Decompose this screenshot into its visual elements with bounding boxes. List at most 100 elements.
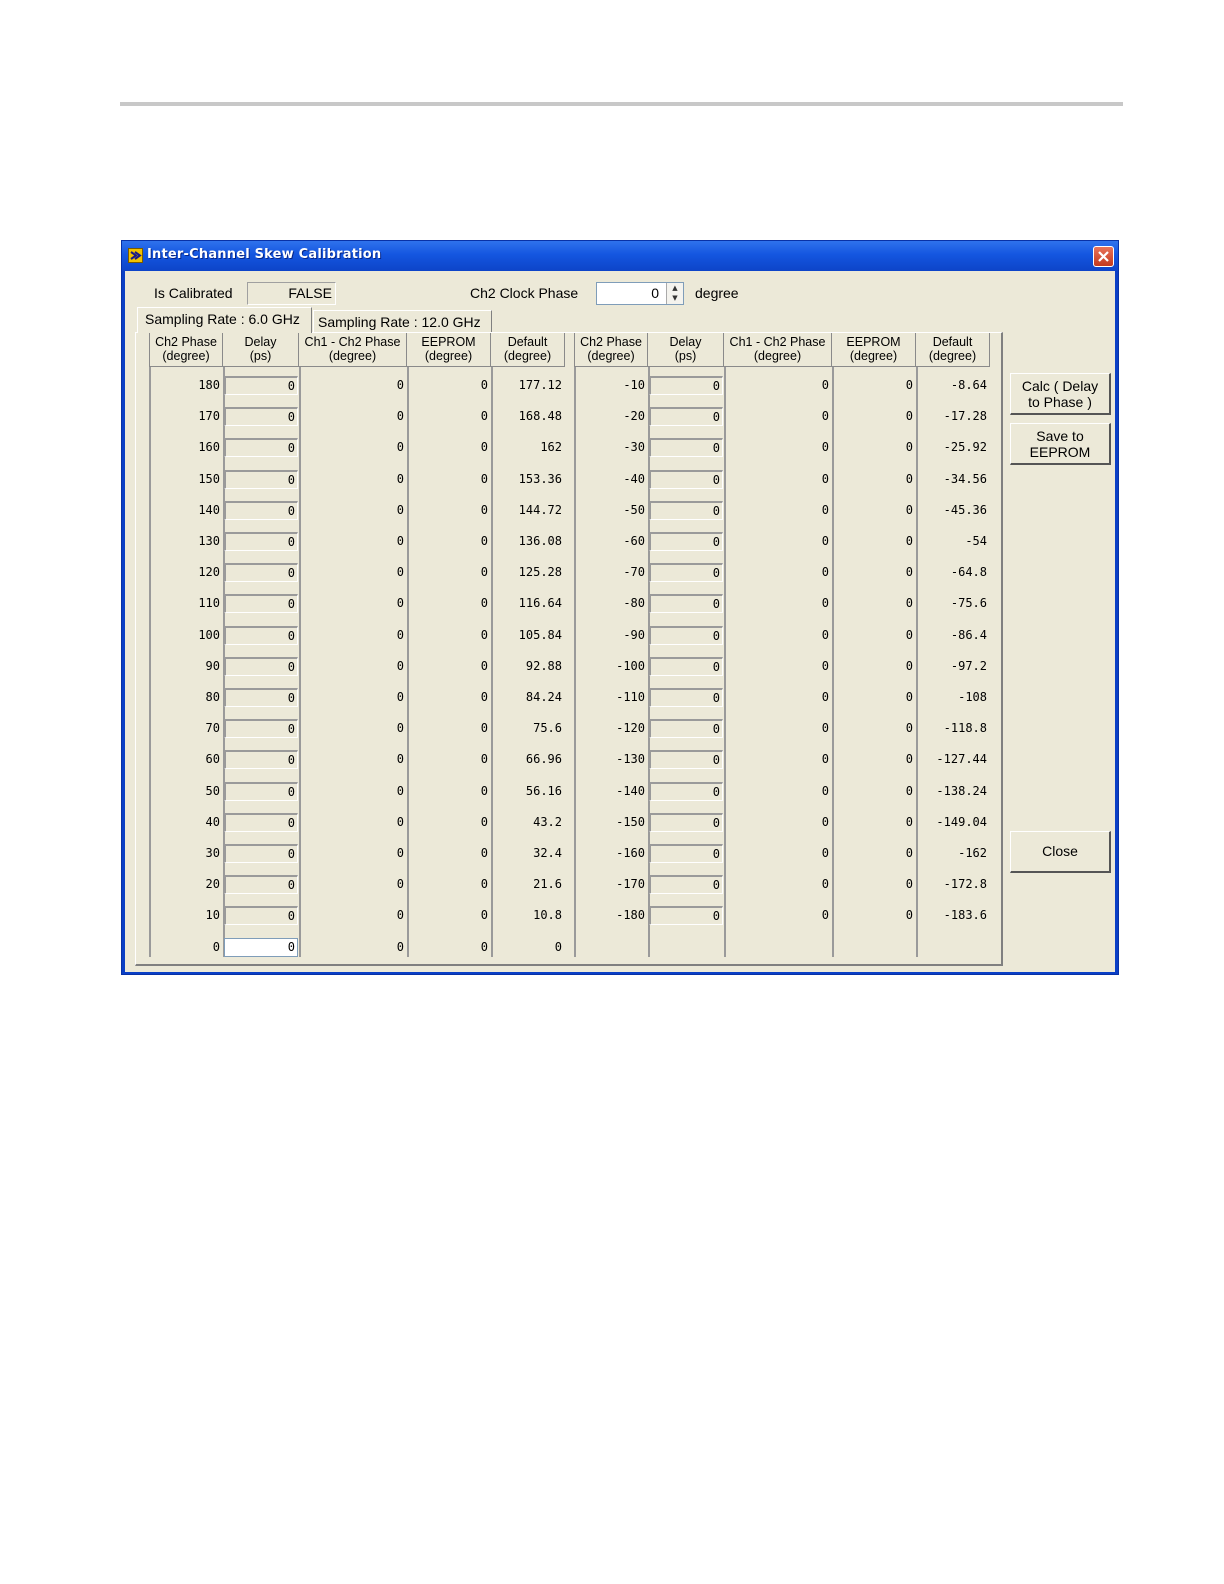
delay-input[interactable]: 0 [649, 656, 723, 676]
close-button[interactable]: Close [1010, 831, 1111, 873]
ch1-ch2-phase-cell: 0 [821, 596, 829, 611]
dialog-body: Is Calibrated FALSE Ch2 Clock Phase 0 ▲ … [125, 271, 1115, 972]
column-header: Ch2 Phase (degree) [149, 333, 223, 367]
delay-input[interactable]: 0 [649, 563, 723, 583]
eeprom-cell: 0 [905, 908, 913, 923]
eeprom-cell: 0 [480, 627, 488, 642]
delay-input[interactable]: 0 [224, 719, 298, 739]
eeprom-cell: 0 [480, 471, 488, 486]
ch1-ch2-phase-cell: 0 [396, 627, 404, 642]
delay-input[interactable]: 0 [649, 532, 723, 551]
spin-up-icon[interactable]: ▲ [667, 283, 683, 293]
delay-input[interactable]: 0 [224, 407, 298, 427]
delay-input[interactable]: 0 [224, 469, 298, 489]
tab-6ghz[interactable]: Sampling Rate : 6.0 GHz [137, 307, 312, 333]
ch2-phase-cell: -30 [623, 440, 645, 455]
eeprom-cell: 0 [905, 378, 913, 392]
ch2-phase-cell: 170 [198, 409, 220, 424]
ch1-ch2-phase-cell: 0 [821, 565, 829, 580]
delay-input[interactable]: 0 [649, 750, 723, 770]
calc-delay-to-phase-button[interactable]: Calc ( Delay to Phase ) [1010, 373, 1111, 415]
delay-input[interactable]: 0 [649, 844, 723, 863]
default-cell: -162 [958, 846, 987, 860]
default-cell: -97.2 [950, 658, 987, 673]
default-cell: 116.64 [518, 596, 562, 611]
delay-input[interactable]: 0 [224, 656, 298, 676]
eeprom-cell: 0 [905, 814, 913, 829]
default-cell: -34.56 [943, 471, 987, 486]
delay-input[interactable]: 0 [649, 407, 723, 427]
eeprom-cell: 0 [480, 658, 488, 673]
delay-input[interactable]: 0 [224, 563, 298, 583]
ch2-phase-cell: -100 [616, 658, 645, 673]
close-window-icon[interactable] [1093, 246, 1114, 267]
ch1-ch2-phase-cell: 0 [396, 814, 404, 829]
is-calibrated-label: Is Calibrated [154, 285, 233, 301]
default-cell: -64.8 [950, 565, 987, 580]
page-top-rule [120, 102, 1123, 106]
delay-input[interactable]: 0 [224, 750, 298, 770]
ch1-ch2-phase-cell: 0 [396, 846, 404, 860]
ch2-phase-cell: -60 [623, 534, 645, 548]
delay-input[interactable]: 0 [649, 781, 723, 801]
delay-input[interactable]: 0 [224, 781, 298, 801]
delay-input[interactable]: 0 [224, 844, 298, 863]
delay-input[interactable]: 0 [649, 719, 723, 739]
eeprom-cell: 0 [480, 783, 488, 798]
delay-input[interactable]: 0 [649, 594, 723, 614]
ch2-phase-cell: -170 [616, 877, 645, 892]
delay-input[interactable]: 0 [224, 688, 298, 707]
spin-down-icon[interactable]: ▼ [667, 293, 683, 303]
delay-input[interactable]: 0 [649, 469, 723, 489]
eeprom-cell: 0 [480, 814, 488, 829]
delay-input[interactable]: 0 [649, 376, 723, 395]
delay-input[interactable]: 0 [649, 438, 723, 458]
ch2-phase-cell: 0 [212, 939, 220, 954]
clock-phase-spinner[interactable]: ▲ ▼ [666, 283, 683, 304]
delay-input[interactable]: 0 [224, 906, 298, 926]
ch2-phase-cell: 100 [198, 627, 220, 642]
delay-input[interactable]: 0 [224, 594, 298, 614]
eeprom-cell: 0 [905, 877, 913, 892]
eeprom-cell: 0 [480, 908, 488, 923]
eeprom-cell: 0 [480, 846, 488, 860]
ch2-phase-cell: -20 [623, 409, 645, 424]
default-cell: -86.4 [950, 627, 987, 642]
delay-input[interactable]: 0 [224, 532, 298, 551]
delay-input[interactable]: 0 [224, 875, 298, 895]
delay-input[interactable]: 0 [224, 625, 298, 645]
ch1-ch2-phase-cell: 0 [396, 565, 404, 580]
default-cell: -25.92 [943, 440, 987, 455]
delay-input[interactable]: 0 [649, 500, 723, 520]
window-title: Inter-Channel Skew Calibration [147, 247, 382, 262]
save-to-eeprom-button[interactable]: Save to EEPROM [1010, 423, 1111, 465]
default-cell: 75.6 [533, 721, 562, 736]
ch2-phase-cell: 50 [205, 783, 220, 798]
delay-input[interactable]: 0 [649, 812, 723, 832]
eeprom-cell: 0 [480, 409, 488, 424]
ch1-ch2-phase-cell: 0 [396, 908, 404, 923]
ch1-ch2-phase-cell: 0 [821, 502, 829, 517]
tab-12ghz[interactable]: Sampling Rate : 12.0 GHz [313, 310, 492, 333]
ch1-ch2-phase-cell: 0 [396, 877, 404, 892]
default-cell: 0 [554, 939, 562, 954]
delay-input[interactable]: 0 [224, 438, 298, 458]
eeprom-cell: 0 [480, 534, 488, 548]
title-bar[interactable]: Inter-Channel Skew Calibration [122, 241, 1118, 271]
delay-input[interactable]: 0 [224, 500, 298, 520]
delay-input[interactable]: 0 [649, 625, 723, 645]
eeprom-cell: 0 [905, 471, 913, 486]
default-cell: 125.28 [518, 565, 562, 580]
column-header: Ch2 Phase (degree) [574, 333, 648, 367]
delay-input[interactable]: 0 [224, 376, 298, 395]
ch2-phase-cell: 180 [198, 378, 220, 392]
default-cell: 56.16 [525, 783, 562, 798]
default-cell: 84.24 [525, 690, 562, 704]
delay-input[interactable]: 0 [649, 906, 723, 926]
ch1-ch2-phase-cell: 0 [396, 471, 404, 486]
delay-input[interactable]: 0 [224, 812, 298, 832]
delay-input[interactable]: 0 [224, 937, 298, 957]
ch1-ch2-phase-cell: 0 [396, 596, 404, 611]
delay-input[interactable]: 0 [649, 875, 723, 895]
delay-input[interactable]: 0 [649, 688, 723, 707]
